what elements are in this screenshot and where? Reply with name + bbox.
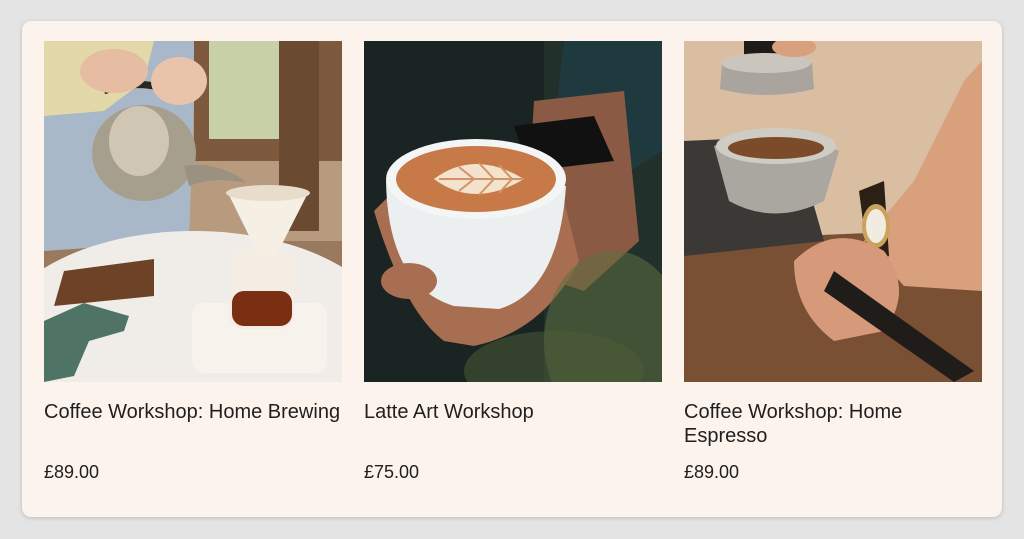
product-card-home-espresso[interactable]: Coffee Workshop: Home Espresso £89.00 bbox=[684, 41, 982, 482]
product-title[interactable]: Coffee Workshop: Home Brewing bbox=[44, 400, 342, 424]
product-title[interactable]: Latte Art Workshop bbox=[364, 400, 662, 424]
product-image-espresso[interactable] bbox=[684, 41, 982, 382]
product-price: £89.00 bbox=[44, 462, 100, 482]
product-image-pour-over[interactable] bbox=[44, 41, 342, 382]
product-card-home-brewing[interactable]: Coffee Workshop: Home Brewing £89.00 bbox=[44, 41, 342, 482]
product-price: £89.00 bbox=[684, 462, 740, 482]
product-title[interactable]: Coffee Workshop: Home Espresso bbox=[684, 400, 982, 448]
product-image-latte-art[interactable] bbox=[364, 41, 662, 382]
product-card-latte-art[interactable]: Latte Art Workshop £75.00 bbox=[364, 41, 662, 482]
product-price: £75.00 bbox=[364, 462, 420, 482]
product-grid-card: Coffee Workshop: Home Brewing £89.00 Lat… bbox=[22, 21, 1002, 517]
